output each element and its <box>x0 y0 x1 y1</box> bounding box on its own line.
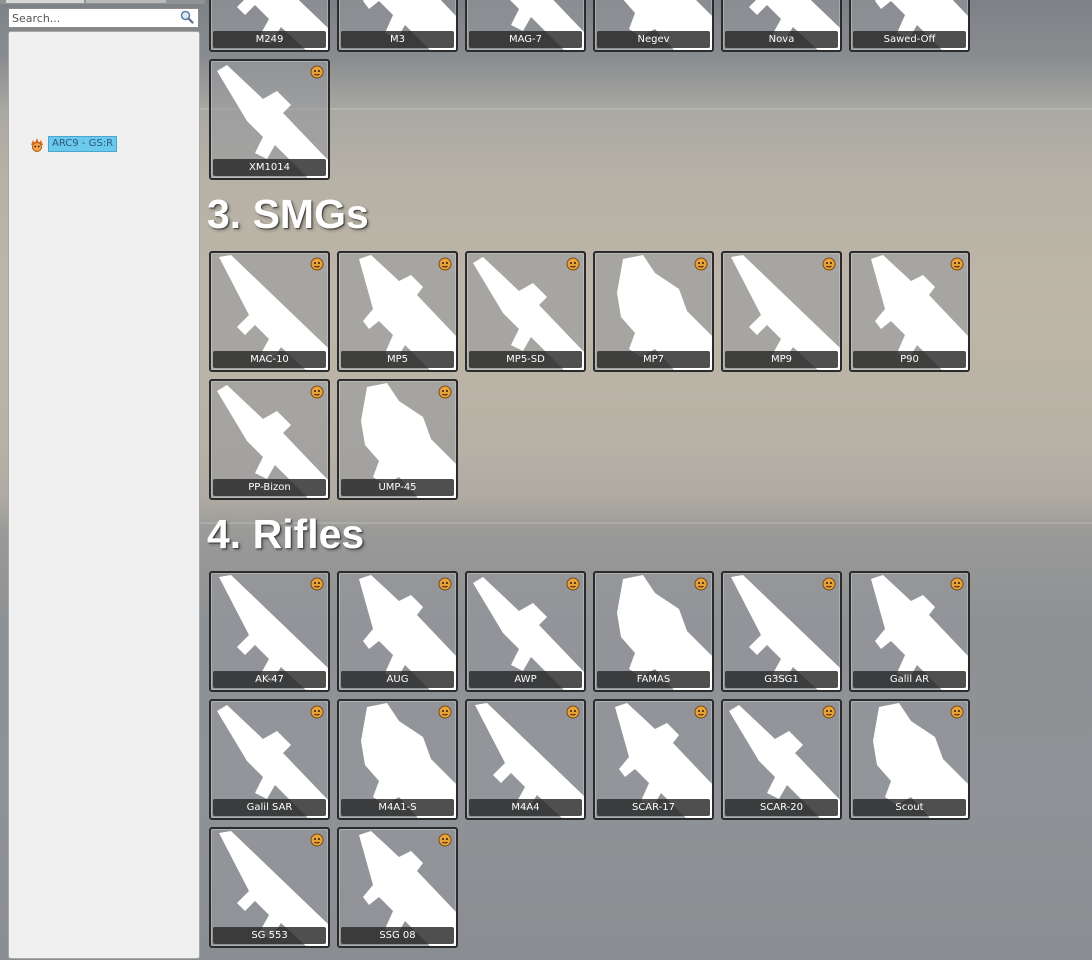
admin-only-icon <box>310 705 324 719</box>
admin-only-icon <box>822 577 836 591</box>
admin-only-icon <box>438 577 452 591</box>
weapon-tile[interactable]: FAMAS <box>593 571 714 692</box>
admin-only-icon <box>310 257 324 271</box>
weapon-tile[interactable]: P90 <box>849 251 970 372</box>
weapon-tile[interactable]: Negev <box>593 0 714 52</box>
weapon-name-label: Sawed-Off <box>853 31 966 48</box>
weapon-tile[interactable]: M249 <box>209 0 330 52</box>
weapon-tile[interactable]: M3 <box>337 0 458 52</box>
weapon-tile[interactable]: MP5 <box>337 251 458 372</box>
weapon-name-label: Negev <box>597 31 710 48</box>
admin-only-icon <box>566 257 580 271</box>
weapon-tile[interactable]: Nova <box>721 0 842 52</box>
category-title-rifles: 4. Rifles <box>207 511 365 557</box>
admin-only-icon <box>950 577 964 591</box>
weapon-name-label: MAC-10 <box>213 351 326 368</box>
weapon-tile[interactable]: Galil SAR <box>209 699 330 820</box>
weapon-name-label: SSG 08 <box>341 927 454 944</box>
weapon-tile[interactable]: XM1014 <box>209 59 330 180</box>
weapon-tile[interactable]: Scout <box>849 699 970 820</box>
left-panel: ARC9 - GS:R <box>0 0 205 960</box>
addon-icon <box>31 138 43 152</box>
weapon-tile[interactable]: PP-Bizon <box>209 379 330 500</box>
weapon-name-label: MAG-7 <box>469 31 582 48</box>
search-icon[interactable] <box>180 10 194 24</box>
weapon-tile[interactable]: AUG <box>337 571 458 692</box>
weapon-tile[interactable]: SSG 08 <box>337 827 458 948</box>
spawn-tree-panel: ARC9 - GS:R <box>8 31 200 959</box>
weapon-name-label: Scout <box>853 799 966 816</box>
weapon-name-label: SCAR-17 <box>597 799 710 816</box>
weapon-tile[interactable]: SCAR-17 <box>593 699 714 820</box>
weapon-name-label: MP5 <box>341 351 454 368</box>
weapon-name-label: M249 <box>213 31 326 48</box>
admin-only-icon <box>438 257 452 271</box>
admin-only-icon <box>822 705 836 719</box>
weapon-tile[interactable]: MP9 <box>721 251 842 372</box>
weapon-name-label: SCAR-20 <box>725 799 838 816</box>
admin-only-icon <box>694 705 708 719</box>
admin-only-icon <box>950 257 964 271</box>
weapon-name-label: PP-Bizon <box>213 479 326 496</box>
admin-only-icon <box>694 257 708 271</box>
weapon-name-label: M4A1-S <box>341 799 454 816</box>
weapon-name-label: AK-47 <box>213 671 326 688</box>
admin-only-icon <box>310 833 324 847</box>
weapon-tile[interactable]: SCAR-20 <box>721 699 842 820</box>
tab-active[interactable] <box>6 0 84 3</box>
weapon-name-label: MP5-SD <box>469 351 582 368</box>
weapon-tile[interactable]: UMP-45 <box>337 379 458 500</box>
admin-only-icon <box>310 65 324 79</box>
weapon-name-label: Galil AR <box>853 671 966 688</box>
weapon-name-label: AWP <box>469 671 582 688</box>
weapon-name-label: SG 553 <box>213 927 326 944</box>
tree-node-arc9[interactable]: ARC9 - GS:R <box>29 136 118 152</box>
weapon-tile[interactable]: MP7 <box>593 251 714 372</box>
admin-only-icon <box>438 705 452 719</box>
weapon-tile[interactable]: AWP <box>465 571 586 692</box>
weapon-name-label: XM1014 <box>213 159 326 176</box>
category-title-smgs: 3. SMGs <box>207 191 369 237</box>
weapon-browser: M249 M3 MAG-7 Negev Nova Sawed-Off XM1014 3. SM… <box>200 0 1092 960</box>
admin-only-icon <box>438 385 452 399</box>
weapon-name-label: Galil SAR <box>213 799 326 816</box>
weapon-tile[interactable]: Galil AR <box>849 571 970 692</box>
admin-only-icon <box>822 257 836 271</box>
weapon-name-label: M3 <box>341 31 454 48</box>
weapon-tile[interactable]: MP5-SD <box>465 251 586 372</box>
admin-only-icon <box>950 705 964 719</box>
tab-strip <box>0 0 205 4</box>
weapon-tile[interactable]: SG 553 <box>209 827 330 948</box>
tree-node-label: ARC9 - GS:R <box>48 136 118 152</box>
weapon-name-label: Nova <box>725 31 838 48</box>
weapon-name-label: AUG <box>341 671 454 688</box>
admin-only-icon <box>566 705 580 719</box>
admin-only-icon <box>566 577 580 591</box>
weapon-name-label: MP7 <box>597 351 710 368</box>
admin-only-icon <box>694 577 708 591</box>
weapon-tile[interactable]: M4A4 <box>465 699 586 820</box>
weapon-tile[interactable]: MAC-10 <box>209 251 330 372</box>
weapon-tile[interactable]: MAG-7 <box>465 0 586 52</box>
weapon-name-label: FAMAS <box>597 671 710 688</box>
weapon-tile[interactable]: M4A1-S <box>337 699 458 820</box>
weapon-name-label: M4A4 <box>469 799 582 816</box>
weapon-name-label: P90 <box>853 351 966 368</box>
weapon-tile[interactable]: AK-47 <box>209 571 330 692</box>
weapon-name-label: G3SG1 <box>725 671 838 688</box>
admin-only-icon <box>310 385 324 399</box>
tab-inactive[interactable] <box>86 0 166 3</box>
weapon-tile[interactable]: G3SG1 <box>721 571 842 692</box>
admin-only-icon <box>438 833 452 847</box>
weapon-name-label: MP9 <box>725 351 838 368</box>
admin-only-icon <box>310 577 324 591</box>
search-input[interactable] <box>8 8 199 28</box>
weapon-tile[interactable]: Sawed-Off <box>849 0 970 52</box>
weapon-name-label: UMP-45 <box>341 479 454 496</box>
